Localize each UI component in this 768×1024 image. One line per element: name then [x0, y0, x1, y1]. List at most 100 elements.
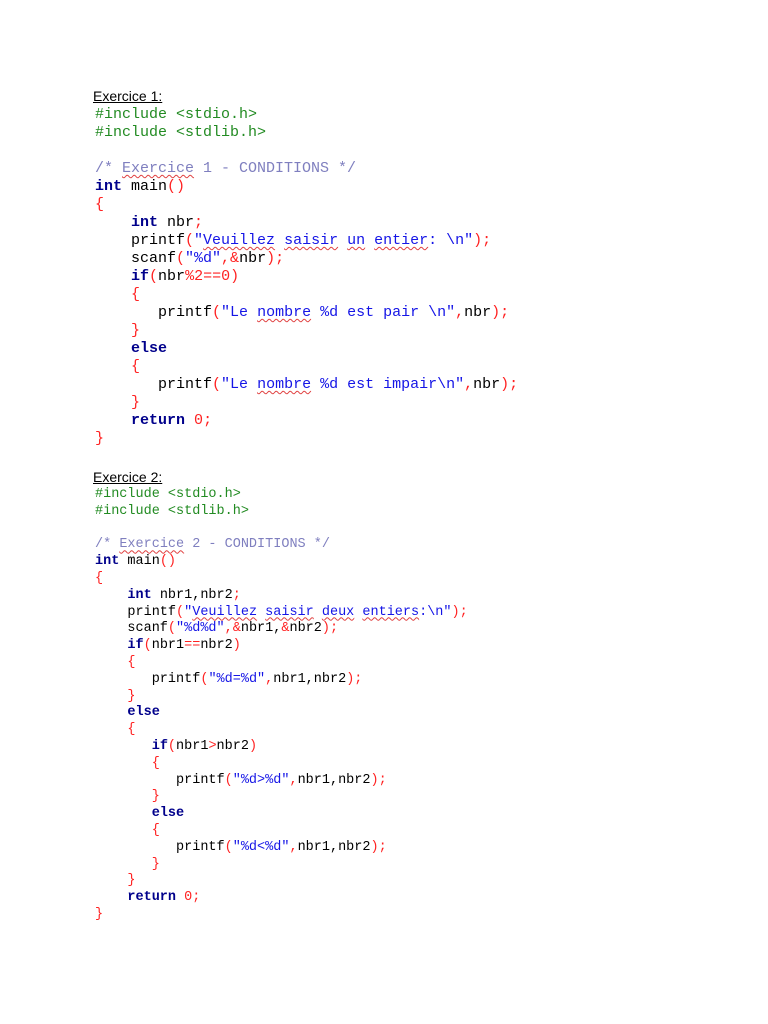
code-token: #include <stdio.h>	[95, 106, 258, 123]
code-line: {	[95, 722, 468, 739]
code-token: return	[127, 890, 177, 906]
code-token: entier	[374, 232, 429, 249]
code-token: else	[151, 806, 185, 822]
code-line: return 0;	[95, 890, 468, 907]
code-token: {	[131, 286, 141, 303]
code-token: "	[194, 232, 204, 249]
code-line: }	[95, 322, 518, 340]
code-token: main	[119, 554, 160, 570]
code-token: ,	[289, 839, 298, 855]
code-token: (	[167, 738, 177, 754]
code-token: %d est pair \n"	[311, 304, 456, 321]
code-token: nbr2	[200, 638, 233, 654]
code-token: ,	[464, 376, 474, 393]
code-line: #include <stdio.h>	[95, 106, 518, 124]
code-line: if(nbr%2==0)	[95, 268, 518, 286]
code-token: /*	[95, 160, 123, 177]
code-token: ()	[159, 554, 177, 570]
code-token: /*	[95, 537, 120, 553]
code-token: nbr	[158, 214, 195, 231]
code-token: ,	[289, 772, 298, 788]
code-token: scanf	[95, 250, 177, 267]
code-token: (	[224, 839, 233, 855]
code-token: saisir	[284, 232, 339, 249]
code-line: else	[95, 806, 468, 823]
code-line: else	[95, 705, 468, 722]
code-token: else	[131, 340, 168, 357]
code-token: Veuillez	[192, 604, 258, 620]
code-token: if	[127, 638, 144, 654]
code-token: :\n"	[419, 604, 452, 620]
code-token: %2==0	[185, 268, 231, 285]
code-token: );	[321, 621, 339, 637]
code-token: (	[167, 621, 177, 637]
code-token: nbr	[473, 376, 501, 393]
code-token: deux	[321, 604, 355, 620]
code-line: /* Exercice 1 - CONDITIONS */	[95, 160, 518, 178]
exercise-2-code-block: #include <stdio.h> #include <stdlib.h> /*…	[95, 487, 468, 924]
code-token: nbr1,nbr2	[297, 772, 371, 788]
code-line: int nbr1,nbr2;	[95, 588, 468, 605]
code-token: {	[95, 196, 105, 213]
code-token: printf	[95, 376, 213, 393]
code-token: (	[143, 638, 152, 654]
code-token: if	[151, 738, 168, 754]
document-page: Exercice 1: #include <stdio.h> #include <…	[0, 0, 768, 1024]
code-line: #include <stdlib.h>	[95, 504, 468, 521]
code-token: }	[95, 430, 105, 447]
code-token: #include <stdlib.h>	[95, 124, 267, 141]
code-line: printf("Le nombre %d est pair \n",nbr);	[95, 304, 518, 322]
code-line: }	[95, 430, 518, 448]
code-token: "%d=%d"	[208, 671, 266, 687]
code-token: "%d"	[185, 250, 222, 267]
code-line: if(nbr1>nbr2)	[95, 739, 468, 756]
code-token: nbr1,nbr2	[297, 839, 371, 855]
code-token: "%d%d"	[176, 621, 225, 637]
code-token: main	[122, 178, 168, 195]
code-token: ;	[194, 214, 204, 231]
code-token: (	[176, 604, 185, 620]
code-token: );	[500, 376, 519, 393]
code-line: scanf("%d%d",&nbr1,&nbr2);	[95, 621, 468, 638]
code-token: : \n"	[428, 232, 474, 249]
code-line: }	[95, 857, 468, 874]
code-token: printf	[95, 671, 201, 687]
code-line: return 0;	[95, 412, 518, 430]
code-token: int	[95, 554, 120, 570]
code-token: (	[185, 232, 195, 249]
exercise-2-heading: Exercice 2:	[93, 469, 163, 485]
code-token: (	[212, 376, 222, 393]
code-line: {	[95, 358, 518, 376]
code-token: {	[127, 722, 136, 738]
code-line: {	[95, 823, 468, 840]
code-token: }	[127, 688, 136, 704]
code-line: }	[95, 907, 468, 924]
code-token: Exercice	[119, 537, 185, 553]
code-token: );	[451, 604, 468, 620]
code-token: }	[127, 873, 136, 889]
code-token: );	[346, 671, 363, 687]
code-token: int	[95, 178, 123, 195]
code-token: nbr1	[151, 638, 185, 654]
code-token: ==	[184, 638, 201, 654]
code-token: "%d>%d"	[232, 772, 290, 788]
code-token: (	[224, 772, 233, 788]
code-token: scanf	[95, 621, 168, 637]
code-token: #include <stdlib.h>	[95, 503, 249, 519]
code-token: ,&	[224, 621, 241, 637]
code-token: saisir	[265, 604, 314, 620]
